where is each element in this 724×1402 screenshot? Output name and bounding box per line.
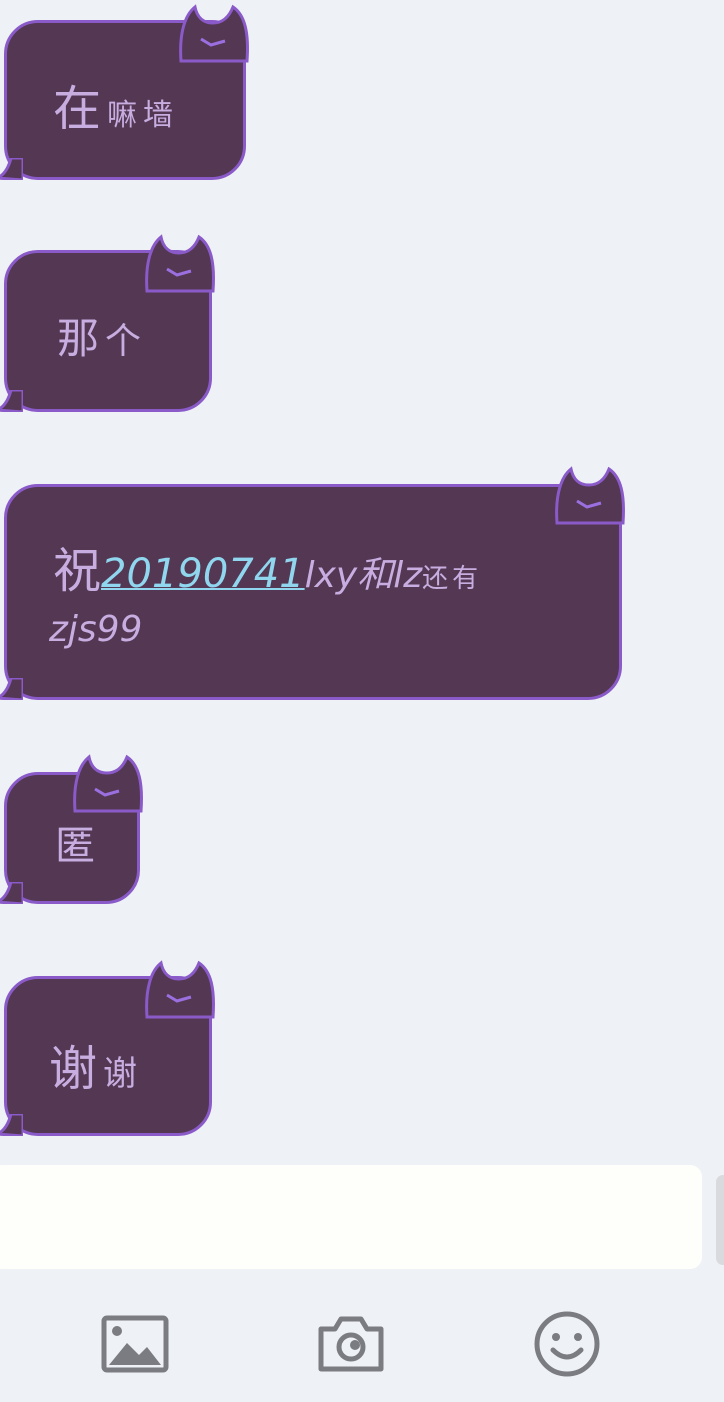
- bubble-tail: [0, 390, 23, 412]
- bubble-tail: [0, 678, 23, 700]
- emoji-button[interactable]: [531, 1308, 603, 1380]
- message-text-large: 祝: [53, 543, 102, 599]
- bubble-tail: [0, 1114, 23, 1136]
- devil-ears-icon: [145, 234, 215, 293]
- camera-button[interactable]: [315, 1308, 387, 1380]
- message-bubble[interactable]: 谢谢: [0, 960, 215, 1136]
- message-link[interactable]: 20190741: [101, 551, 305, 597]
- message-text-large: 谢: [49, 1041, 104, 1097]
- devil-ears-icon: [179, 4, 249, 63]
- message-text: 谢谢: [49, 1029, 143, 1099]
- devil-ears-icon: [145, 960, 215, 1019]
- devil-ears-icon: [73, 754, 143, 813]
- devil-ears-icon: [555, 466, 625, 525]
- camera-icon: [318, 1316, 384, 1372]
- message-text: 那个: [57, 305, 147, 366]
- image-button[interactable]: [99, 1308, 171, 1380]
- message-bubble[interactable]: 在嘛墙: [0, 4, 249, 180]
- message-bubble[interactable]: 那个: [0, 234, 215, 412]
- message-input[interactable]: [0, 1165, 702, 1269]
- message-text-mid: lxy和lz: [304, 555, 423, 596]
- message-text-small: 匿: [55, 823, 101, 869]
- message-bubble[interactable]: 匿: [0, 754, 143, 904]
- chat-screen: 在嘛墙 那个 祝20190741lxy和lz还有 zjs99 匿 谢谢: [0, 0, 724, 1402]
- message-list[interactable]: 在嘛墙 那个 祝20190741lxy和lz还有 zjs99 匿 谢谢: [0, 0, 724, 1160]
- message-text-large: 在: [53, 81, 108, 137]
- smiley-icon: [534, 1311, 600, 1377]
- message-text: 祝20190741lxy和lz还有: [53, 531, 482, 601]
- message-text-line2: zjs99: [49, 609, 143, 650]
- message-text-small: 嘛墙: [107, 98, 180, 133]
- message-bubble[interactable]: 祝20190741lxy和lz还有 zjs99: [0, 466, 625, 700]
- bubble-tail: [0, 882, 23, 904]
- message-text: 在嘛墙: [53, 69, 179, 139]
- message-text-small: 谢: [103, 1054, 144, 1094]
- message-text-small: 个: [105, 321, 148, 362]
- bubble-tail: [0, 158, 23, 180]
- message-text-large: 那: [57, 314, 106, 363]
- image-icon: [101, 1315, 169, 1373]
- message-text-small: 还有: [422, 564, 483, 594]
- input-toolbar: [0, 1290, 724, 1402]
- send-button-edge[interactable]: [716, 1175, 724, 1265]
- message-text: 匿: [55, 813, 101, 871]
